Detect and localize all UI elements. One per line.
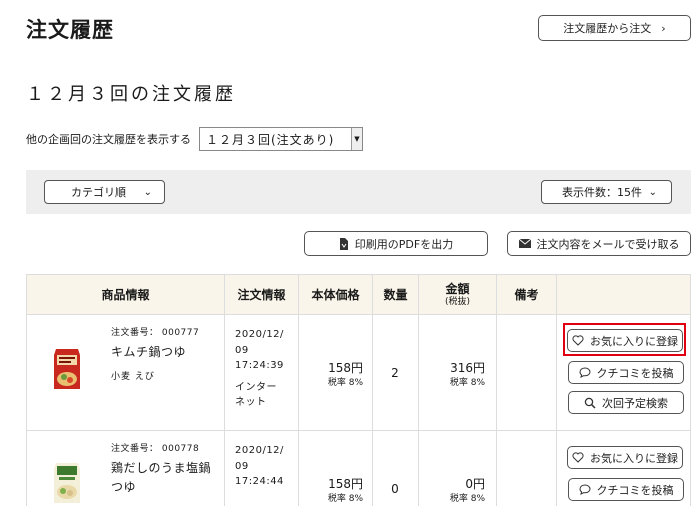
header-product-label: 商品情報 [101,287,150,302]
mail-icon [518,239,531,248]
unit-tax-rate: 税率 8% [327,494,363,504]
speech-bubble-icon [578,484,591,495]
post-review-button[interactable]: クチコミを投稿 [568,361,684,384]
export-pdf-button[interactable]: 印刷用のPDFを出力 [304,231,488,256]
order-day: 09 [235,460,249,472]
header-amount-note: (税抜) [444,296,471,307]
allergen-info: 小麦 えび [111,372,155,382]
order-date: 2020/12/ [235,445,284,456]
table-row: 注文番号： 000778 鶏だしのうま塩鍋 つゆ 2020/12/ 09 17:… [27,431,690,506]
table-header: 商品情報 注文情報 本体価格 数量 金額 (税抜) 備考 [27,275,690,315]
email-order-button[interactable]: 注文内容をメールで受け取る [507,231,691,256]
email-order-label: 注文内容をメールで受け取る [536,237,680,251]
header-remarks-label: 備考 [514,287,539,302]
heart-icon [572,452,584,463]
order-info: 2020/12/ 09 17:24:44 [235,443,297,490]
display-count-label: 表示件数：15件 [562,186,642,199]
post-review-label: クチコミを投稿 [596,483,674,497]
sort-select[interactable]: カテゴリ順 ⌄ [44,180,165,204]
header-actions [557,275,690,315]
search-icon [584,397,596,409]
order-date: 2020/12/ [235,329,284,340]
product-name-cont[interactable]: つゆ [111,478,136,497]
amount-tax-rate: 税率 8% [449,494,485,504]
product-name[interactable]: 鶏だしのうま塩鍋 [111,459,211,478]
add-favorite-button[interactable]: お気に入りに登録 [567,329,683,352]
order-info: 2020/12/ 09 17:24:39 インター ネット [235,327,297,411]
chevron-down-icon: ⌄ [143,186,152,198]
quantity: 0 [391,482,399,496]
unit-price: 158円 [328,361,363,375]
dropdown-arrow-icon: ▼ [351,128,362,150]
header-unit-price: 本体価格 [299,275,373,315]
chevron-down-icon: ⌄ [648,186,657,198]
unit-price: 158円 [328,477,363,491]
period-selector-row: 他の企画回の注文履歴を表示する １２月３回(注文あり) ▼ [26,127,363,151]
header-quantity-label: 数量 [383,287,408,302]
remarks-cell [497,431,557,506]
header-amount: 金額 (税抜) [419,275,497,315]
post-review-button[interactable]: クチコミを投稿 [568,478,684,501]
product-image[interactable] [53,461,81,505]
order-time: 17:24:44 [235,476,284,487]
amount: 316円 [450,361,485,375]
order-day: 09 [235,344,249,356]
header-product: 商品情報 [27,275,225,315]
header-amount-label: 金額 [445,282,470,297]
product-name[interactable]: キムチ鍋つゆ [111,343,186,362]
order-channel: インター [235,381,277,393]
order-from-history-label: 注文履歴から注文 [563,22,652,35]
unit-tax-rate: 税率 8% [327,378,363,388]
order-history-table: 商品情報 注文情報 本体価格 数量 金額 (税抜) 備考 注文番号： 000777 [26,274,691,506]
order-time: 17:24:39 [235,360,284,371]
sort-select-label: カテゴリ順 [71,186,126,199]
period-selector-label: 他の企画回の注文履歴を表示する [26,133,191,146]
add-favorite-button[interactable]: お気に入りに登録 [567,446,683,469]
period-select[interactable]: １２月３回(注文あり) ▼ [199,127,363,151]
order-from-history-button[interactable]: 注文履歴から注文 › [538,15,691,41]
filter-bar: カテゴリ順 ⌄ 表示件数：15件 ⌄ [26,170,691,214]
order-number: 注文番号： 000778 [111,444,200,454]
add-favorite-label: お気に入りに登録 [590,451,678,465]
display-count-select[interactable]: 表示件数：15件 ⌄ [541,180,672,204]
header-unit-price-label: 本体価格 [311,287,360,302]
heart-icon [572,335,584,346]
period-title: １２月３回の注文履歴 [26,84,236,105]
export-pdf-label: 印刷用のPDFを出力 [354,237,454,251]
remarks-cell [497,315,557,431]
add-favorite-label: お気に入りに登録 [590,334,678,348]
header-order-label: 注文情報 [237,287,286,302]
page-title: 注文履歴 [26,18,114,42]
product-cell: 注文番号： 000777 キムチ鍋つゆ 小麦 えび [27,315,225,431]
speech-bubble-icon [578,367,591,378]
chevron-right-icon: › [661,21,666,35]
period-select-value: １２月３回(注文あり) [206,132,335,147]
order-channel-cont: ネット [235,397,267,408]
amount-tax-rate: 税率 8% [449,378,485,388]
order-number: 注文番号： 000777 [111,328,200,338]
header-order: 注文情報 [225,275,299,315]
product-image[interactable] [53,347,81,391]
next-schedule-search-button[interactable]: 次回予定検索 [568,391,684,414]
table-row: 注文番号： 000777 キムチ鍋つゆ 小麦 えび 2020/12/ 09 17… [27,315,690,431]
header-remarks: 備考 [497,275,557,315]
amount: 0円 [465,477,485,491]
header-quantity: 数量 [373,275,419,315]
quantity: 2 [391,366,399,380]
pdf-file-icon [339,237,349,250]
post-review-label: クチコミを投稿 [596,366,674,380]
next-schedule-search-label: 次回予定検索 [602,396,668,410]
product-cell: 注文番号： 000778 鶏だしのうま塩鍋 つゆ [27,431,225,506]
